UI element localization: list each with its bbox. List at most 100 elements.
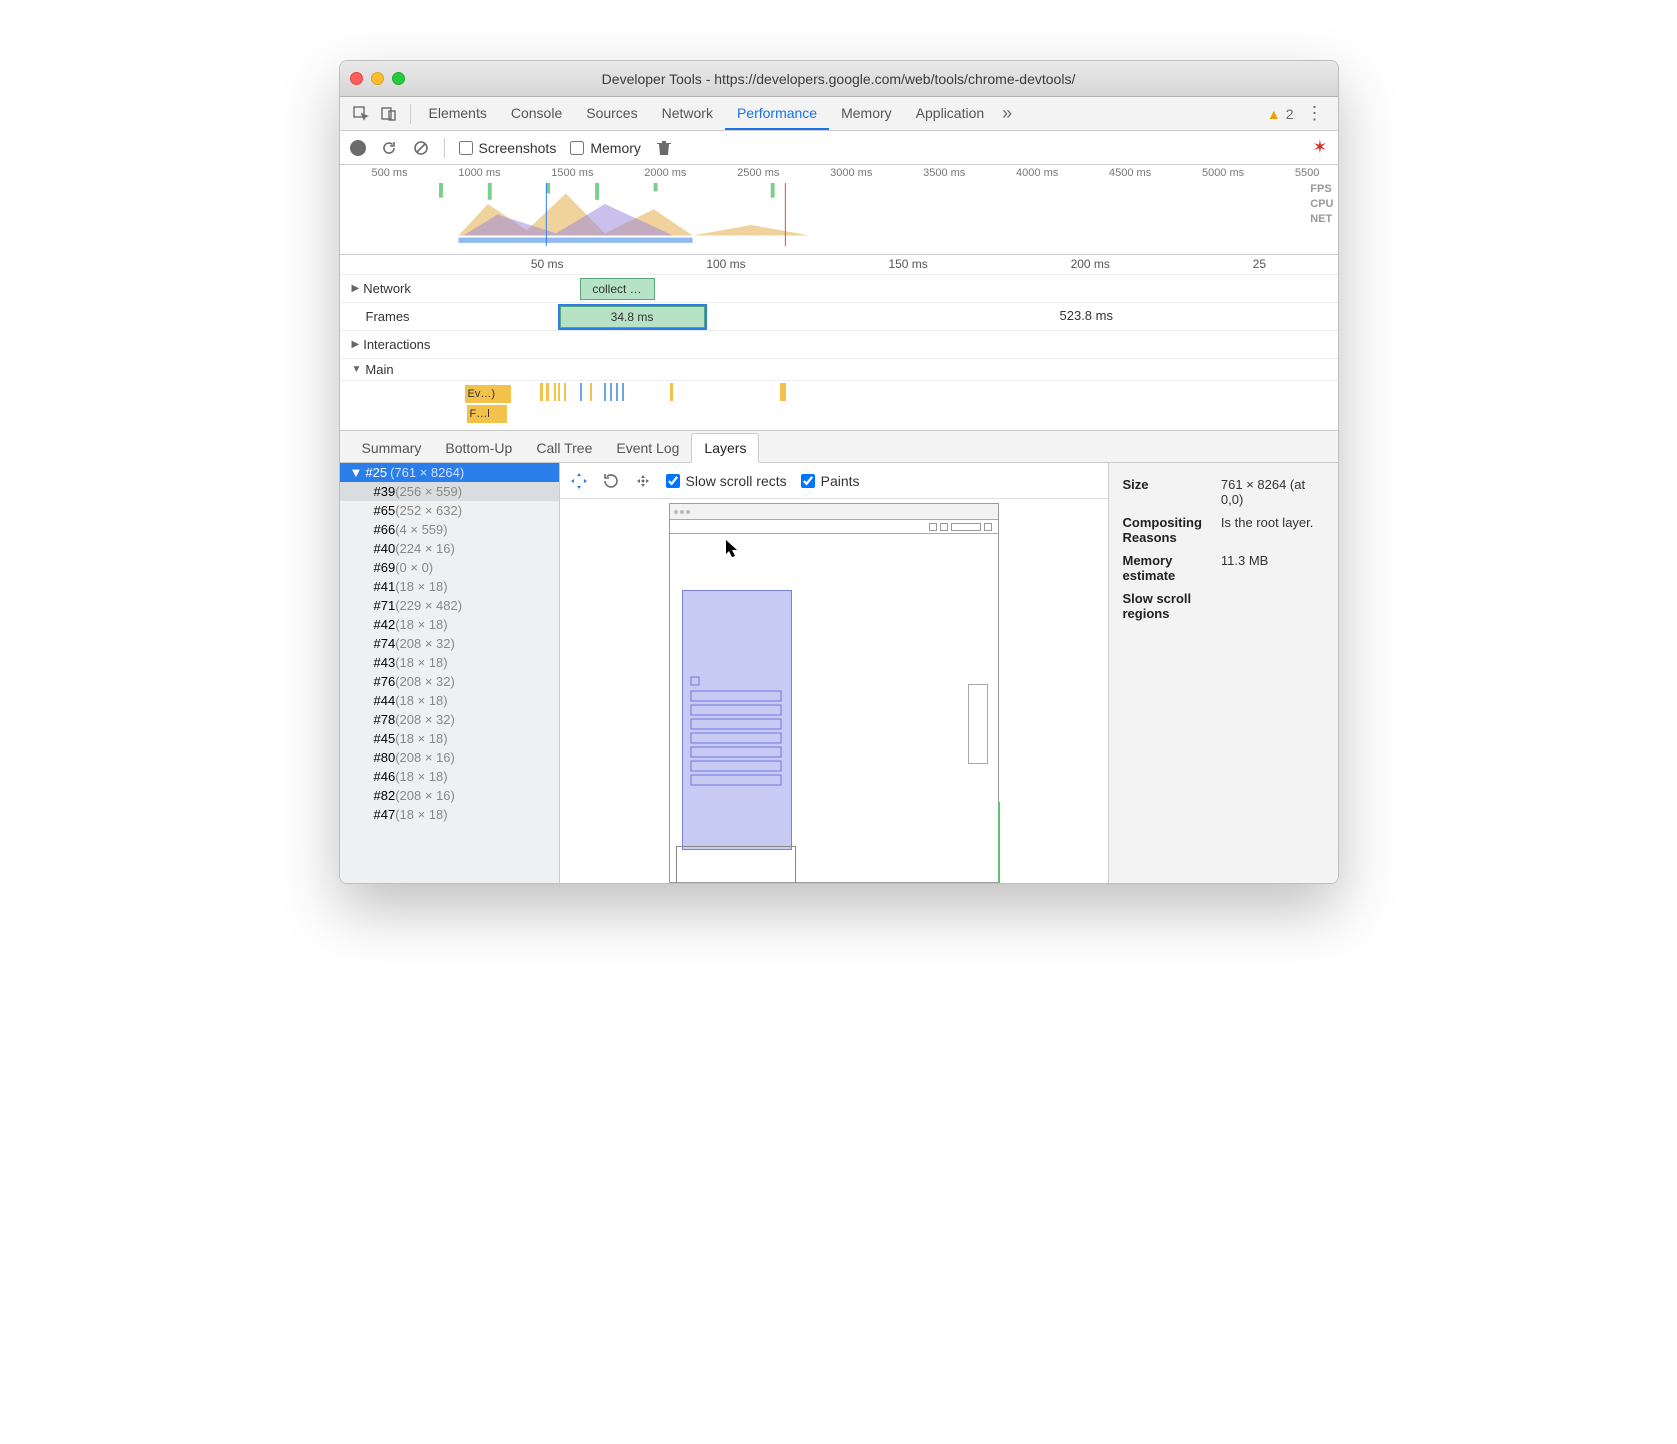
collapse-icon[interactable]: ▼ — [352, 364, 362, 375]
tab-elements[interactable]: Elements — [417, 97, 499, 130]
capture-settings-icon[interactable]: ✶ — [1312, 137, 1327, 158]
timeline-ruler: 50 ms100 ms150 ms200 ms25 — [340, 255, 1338, 274]
layer-node[interactable]: #43(18 × 18) — [340, 653, 559, 672]
network-row[interactable]: ▶Network collect … — [340, 274, 1338, 302]
memory-key: Memory estimate — [1121, 549, 1219, 587]
tab-memory[interactable]: Memory — [829, 97, 904, 130]
flame-block[interactable]: F…l — [467, 405, 507, 423]
rotate-mode-icon[interactable] — [602, 472, 620, 490]
titlebar[interactable]: Developer Tools - https://developers.goo… — [340, 61, 1338, 97]
memory-checkbox[interactable]: Memory — [570, 140, 641, 156]
frame-pill-selected[interactable]: 34.8 ms — [560, 306, 705, 328]
details-tabbar: SummaryBottom-UpCall TreeEvent LogLayers — [340, 431, 1338, 463]
layer-node[interactable]: #42(18 × 18) — [340, 615, 559, 634]
detail-tab-call-tree[interactable]: Call Tree — [524, 434, 604, 462]
slow-rects-input[interactable] — [666, 474, 680, 488]
flame-block[interactable]: Ev…) — [465, 385, 511, 403]
separator — [410, 104, 411, 124]
interactions-row[interactable]: ▶Interactions — [340, 330, 1338, 358]
tab-console[interactable]: Console — [499, 97, 574, 130]
layers-pane: ▼#25(761 × 8264)#39(256 × 559)#65(252 × … — [340, 463, 1338, 883]
inspect-icon[interactable] — [348, 101, 374, 127]
layer-node[interactable]: #40(224 × 16) — [340, 539, 559, 558]
main-row-header[interactable]: ▼Main — [340, 358, 1338, 380]
expand-icon[interactable]: ▶ — [352, 339, 360, 350]
memory-label: Memory — [590, 140, 641, 156]
layer-node[interactable]: #47(18 × 18) — [340, 805, 559, 824]
selected-layer-highlight — [682, 590, 792, 850]
paints-input[interactable] — [801, 474, 815, 488]
layer-node[interactable]: #41(18 × 18) — [340, 577, 559, 596]
layer-tree[interactable]: ▼#25(761 × 8264)#39(256 × 559)#65(252 × … — [340, 463, 560, 883]
detail-tab-bottom-up[interactable]: Bottom-Up — [433, 434, 524, 462]
layer-node[interactable]: #66(4 × 559) — [340, 520, 559, 539]
layer-node[interactable]: #78(208 × 32) — [340, 710, 559, 729]
expand-icon[interactable]: ▶ — [352, 283, 360, 294]
layer-node[interactable]: #71(229 × 482) — [340, 596, 559, 615]
record-button[interactable] — [350, 140, 366, 156]
layer-details-sidebar: Size 761 × 8264 (at 0,0) Compositing Rea… — [1108, 463, 1338, 883]
detail-tab-summary[interactable]: Summary — [350, 434, 434, 462]
collect-garbage-button[interactable] — [655, 139, 673, 157]
warning-count: 2 — [1286, 106, 1294, 122]
traffic-lights — [350, 72, 405, 85]
window-title: Developer Tools - https://developers.goo… — [340, 71, 1338, 87]
tab-application[interactable]: Application — [904, 97, 997, 130]
layer-node[interactable]: #46(18 × 18) — [340, 767, 559, 786]
frames-row[interactable]: Frames 34.8 ms 523.8 ms — [340, 302, 1338, 330]
tab-network[interactable]: Network — [650, 97, 725, 130]
clear-button[interactable] — [412, 139, 430, 157]
memory-input[interactable] — [570, 141, 584, 155]
layer-node[interactable]: ▼#25(761 × 8264) — [340, 463, 559, 482]
minimize-window-button[interactable] — [371, 72, 384, 85]
separator — [444, 138, 445, 158]
cursor-icon — [725, 539, 739, 559]
reset-view-icon[interactable] — [634, 472, 652, 490]
size-value: 761 × 8264 (at 0,0) — [1219, 473, 1326, 511]
overflow-tabs-button[interactable]: » — [996, 103, 1018, 124]
layer-preview-root — [669, 503, 999, 883]
layer-node[interactable]: #45(18 × 18) — [340, 729, 559, 748]
layer-node[interactable]: #44(18 × 18) — [340, 691, 559, 710]
slowscroll-value — [1219, 587, 1326, 625]
screenshots-label: Screenshots — [479, 140, 557, 156]
paints-checkbox[interactable]: Paints — [801, 473, 860, 489]
tab-sources[interactable]: Sources — [574, 97, 649, 130]
layers-toolbar: Slow scroll rects Paints — [560, 463, 1108, 499]
compositing-key: Compositing Reasons — [1121, 511, 1219, 549]
pan-mode-icon[interactable] — [570, 472, 588, 490]
layer-node[interactable]: #69(0 × 0) — [340, 558, 559, 577]
layer-node[interactable]: #74(208 × 32) — [340, 634, 559, 653]
memory-value: 11.3 MB — [1219, 549, 1326, 587]
main-tabbar: ElementsConsoleSourcesNetworkPerformance… — [340, 97, 1338, 131]
device-toolbar-icon[interactable] — [376, 101, 402, 127]
screenshots-checkbox[interactable]: Screenshots — [459, 140, 557, 156]
layer-node[interactable]: #80(208 × 16) — [340, 748, 559, 767]
detail-tab-event-log[interactable]: Event Log — [604, 434, 691, 462]
slow-rects-checkbox[interactable]: Slow scroll rects — [666, 473, 787, 489]
detail-tab-layers[interactable]: Layers — [691, 433, 759, 463]
perf-toolbar: Screenshots Memory ✶ — [340, 131, 1338, 165]
layer-node[interactable]: #65(252 × 632) — [340, 501, 559, 520]
overview-chart — [400, 183, 1278, 246]
more-options-button[interactable]: ⋮ — [1300, 103, 1330, 124]
layer-node[interactable]: #82(208 × 16) — [340, 786, 559, 805]
overview-pane[interactable]: 500 ms1000 ms1500 ms2000 ms2500 ms3000 m… — [340, 165, 1338, 255]
layer-node[interactable]: #39(256 × 559) — [340, 482, 559, 501]
devtools-window: Developer Tools - https://developers.goo… — [339, 60, 1339, 884]
network-request-pill[interactable]: collect … — [580, 278, 655, 300]
tab-performance[interactable]: Performance — [725, 97, 829, 130]
layer-3d-view[interactable] — [560, 499, 1108, 883]
reload-record-button[interactable] — [380, 139, 398, 157]
timeline-pane[interactable]: 50 ms100 ms150 ms200 ms25 ▶Network colle… — [340, 255, 1338, 431]
layer-canvas-area: Slow scroll rects Paints — [560, 463, 1108, 883]
close-window-button[interactable] — [350, 72, 363, 85]
screenshots-input[interactable] — [459, 141, 473, 155]
frame-duration-label: 523.8 ms — [1060, 308, 1113, 323]
main-flame-chart[interactable]: Ev…) F…l — [340, 380, 1338, 430]
overview-ruler: 500 ms1000 ms1500 ms2000 ms2500 ms3000 m… — [340, 165, 1338, 181]
warnings-badge[interactable]: ▲ 2 — [1267, 106, 1294, 122]
zoom-window-button[interactable] — [392, 72, 405, 85]
slowscroll-key: Slow scroll regions — [1121, 587, 1219, 625]
layer-node[interactable]: #76(208 × 32) — [340, 672, 559, 691]
